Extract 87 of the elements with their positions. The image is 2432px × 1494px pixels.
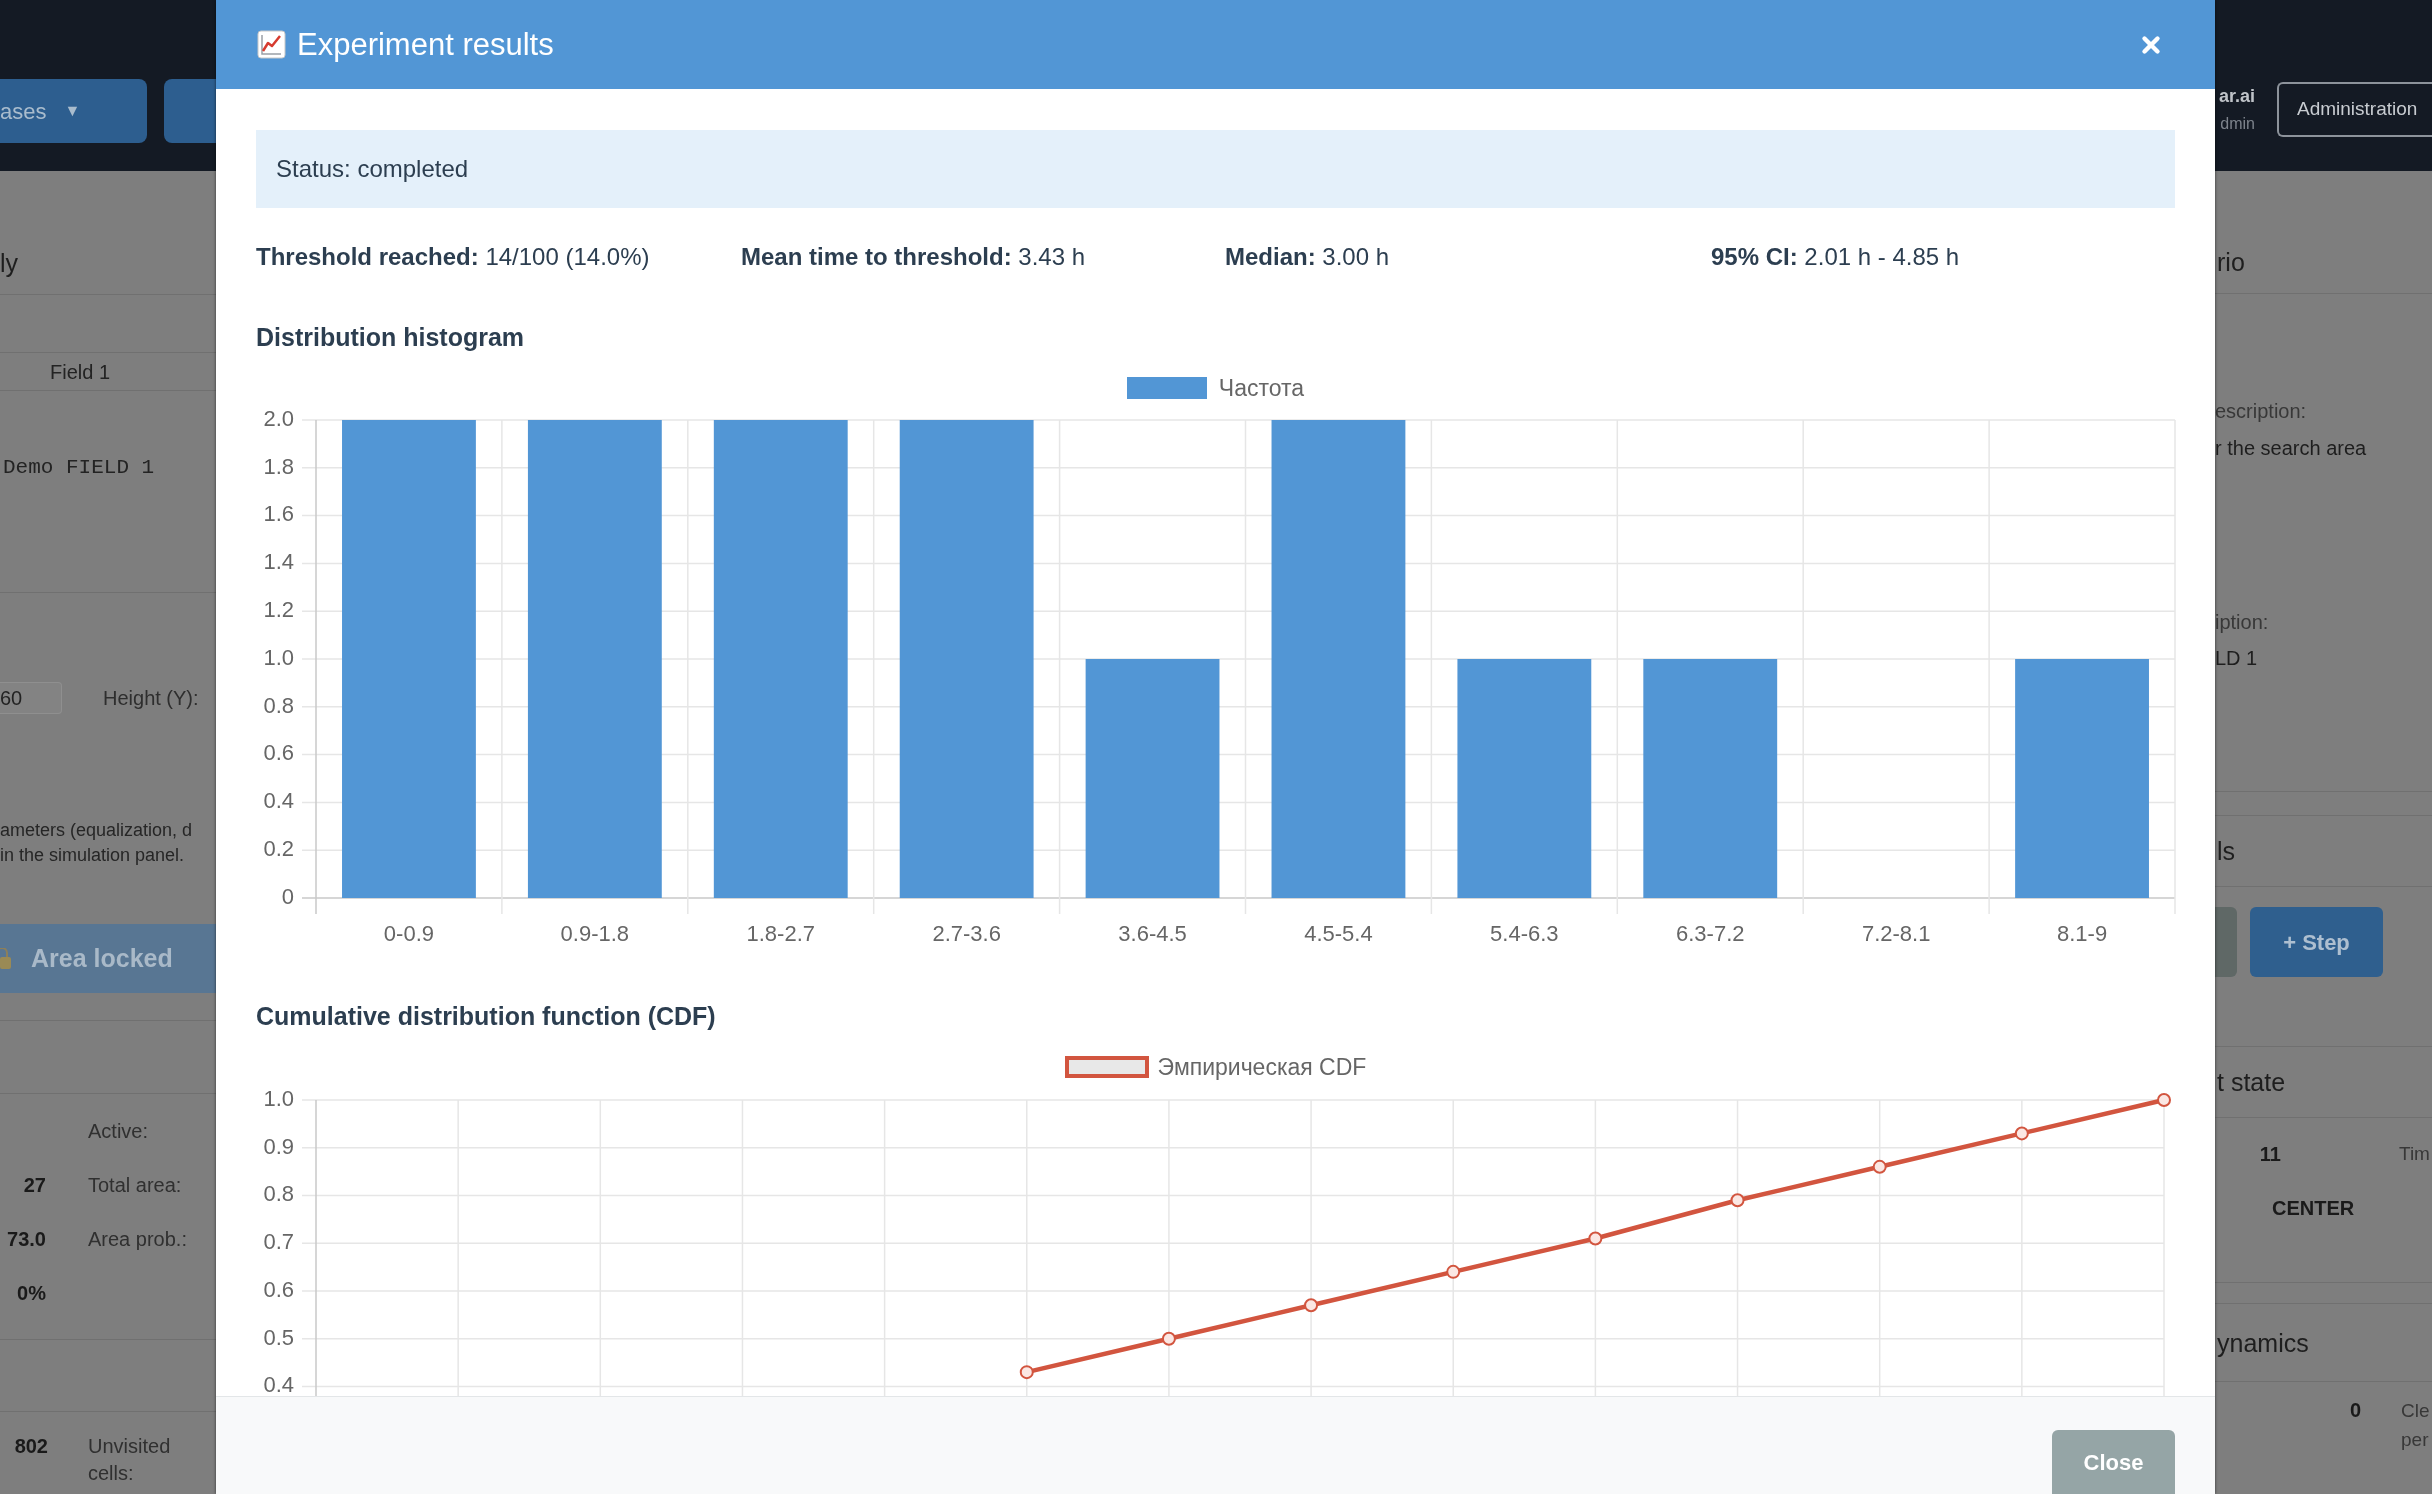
close-button[interactable]: Close <box>2052 1430 2175 1494</box>
cdf-point <box>1446 1264 1461 1279</box>
x-tick-label: 0.9-1.8 <box>560 920 630 946</box>
stat-label: Active: <box>88 1119 149 1144</box>
field-value: r the search area <box>2215 435 2367 461</box>
lock-icon <box>0 947 11 970</box>
field-name: Field 1 <box>50 359 111 385</box>
y-tick-label: 1.0 <box>263 1085 294 1111</box>
stat-text: Threshold reached: 14/100 (14.0%) <box>256 242 651 272</box>
number-field[interactable]: 60 <box>0 682 62 714</box>
y-tick-label: 1.8 <box>263 453 294 479</box>
stat-label: Unvisited cells: <box>88 1434 172 1486</box>
legend-label: Эмпирическая CDF <box>1157 1053 1367 1082</box>
stat-value: 0% <box>17 1282 46 1304</box>
cdf-point <box>1872 1159 1887 1174</box>
chart-title: Distribution histogram <box>256 322 526 352</box>
panel-heading: t state <box>2217 1067 2286 1097</box>
state-label: Cle <box>2401 1399 2430 1423</box>
y-tick-label: 1.6 <box>263 501 294 527</box>
user-role: dmin <box>2220 114 2255 134</box>
stat-value: 73.0 <box>7 1228 46 1250</box>
stat-text: Mean time to threshold: 3.43 h <box>741 242 1087 272</box>
y-tick-label: 0.9 <box>263 1133 294 1159</box>
user-name: ar.ai <box>2218 85 2255 108</box>
note-text: in the simulation panel. <box>0 844 186 867</box>
step-button[interactable]: + Step <box>2250 907 2383 977</box>
cdf-point <box>1019 1365 1034 1380</box>
panel-heading: rio <box>2217 247 2245 277</box>
state-value: CENTER <box>2272 1196 2355 1221</box>
panel-heading: ynamics <box>2217 1327 2309 1358</box>
stat-text: 95% CI: 2.01 h - 4.85 h <box>1711 242 1961 272</box>
field-label: escription: <box>2215 399 2307 424</box>
y-tick-label: 0.8 <box>263 1181 294 1207</box>
x-tick-label: 4.5-5.4 <box>1304 920 1373 946</box>
y-tick-label: 1.2 <box>263 597 294 622</box>
y-tick-label: 0.4 <box>263 1372 294 1396</box>
y-tick-label: 2.0 <box>263 405 294 431</box>
y-tick-label: 0.2 <box>263 836 294 861</box>
note-text: ameters (equalization, d <box>0 819 194 842</box>
chart-icon <box>257 30 286 59</box>
field-label: iption: <box>2215 610 2269 635</box>
cdf-point <box>2014 1126 2029 1141</box>
state-value: 11 <box>2259 1143 2281 1165</box>
control-button[interactable] <box>2215 907 2237 977</box>
stat-value: 802 <box>14 1435 48 1457</box>
x-tick-label: 5.4-6.3 <box>1490 920 1559 946</box>
cdf-point <box>1161 1331 1176 1346</box>
y-tick-label: 0.5 <box>263 1324 294 1350</box>
y-tick-label: 0 <box>281 883 294 909</box>
x-tick-label: 3.6-4.5 <box>1118 920 1187 946</box>
field-label: Height (Y): <box>103 686 199 711</box>
panel-heading: ly <box>0 248 19 278</box>
x-tick-label: 0-0.9 <box>383 920 435 946</box>
cdf-point <box>1588 1231 1603 1246</box>
stat-value: 27 <box>23 1174 46 1196</box>
dialog-title: Experiment results <box>297 25 554 64</box>
legend-label: Частота <box>1218 374 1305 403</box>
x-tick-label: 1.8-2.7 <box>746 920 815 946</box>
x-tick-label: 2.7-3.6 <box>932 920 1001 946</box>
stat-text: Median: 3.00 h <box>1225 242 1391 272</box>
admin-button[interactable]: Administration <box>2277 82 2432 137</box>
cdf-point <box>1304 1298 1319 1313</box>
x-tick-label: 8.1-9 <box>2056 920 2108 946</box>
field-value: LD 1 <box>2215 646 2258 671</box>
area-locked-button[interactable]: Area locked <box>0 924 216 993</box>
panel-heading: ls <box>2217 836 2236 866</box>
y-tick-label: 0.4 <box>263 788 294 814</box>
state-value: 0 <box>2349 1399 2361 1421</box>
y-tick-label: 0.8 <box>263 692 294 718</box>
y-tick-label: 0.6 <box>263 1276 294 1302</box>
cdf-point <box>1730 1193 1745 1208</box>
cdf-point <box>2157 1093 2171 1107</box>
y-tick-label: 1.0 <box>263 644 294 670</box>
state-label: Tim <box>2399 1141 2430 1166</box>
field-code: Demo FIELD 1 <box>3 455 155 482</box>
stat-label: Total area: <box>88 1173 182 1198</box>
y-tick-label: 0.7 <box>263 1229 294 1255</box>
x-tick-label: 7.2-8.1 <box>1861 920 1931 946</box>
status-text: Status: completed <box>276 154 469 184</box>
y-tick-label: 0.6 <box>263 740 294 766</box>
nav-button[interactable] <box>164 79 216 143</box>
state-label: per <box>2401 1428 2430 1452</box>
menu-button[interactable]: ases ▼ <box>0 79 147 143</box>
y-tick-label: 1.4 <box>263 549 294 575</box>
x-tick-label: 6.3-7.2 <box>1676 920 1745 946</box>
chart-title: Cumulative distribution function (CDF) <box>256 1001 717 1031</box>
stat-label: Area prob.: <box>88 1227 187 1252</box>
